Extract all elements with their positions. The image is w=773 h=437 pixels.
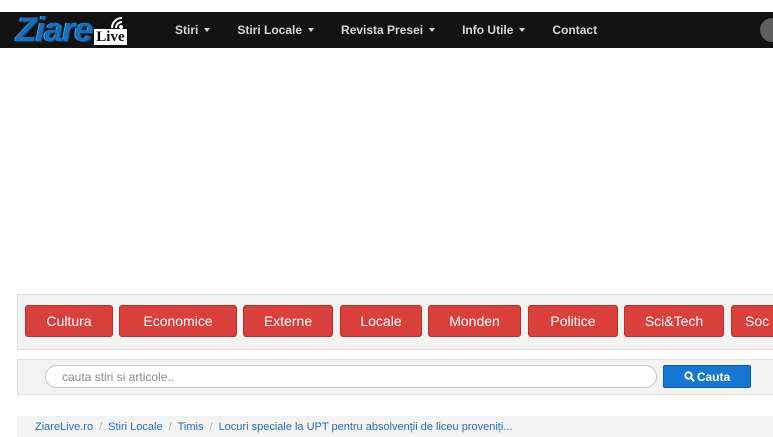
nav-item-info-utile[interactable]: Info Utile [462, 23, 526, 37]
category-button-politice[interactable]: Politice [528, 305, 618, 337]
broadcast-icon [111, 17, 124, 29]
breadcrumb-separator: / [99, 420, 103, 433]
search-button[interactable]: Cauta [663, 365, 751, 388]
category-button-economice[interactable]: Economice [119, 305, 237, 337]
nav-item-revista-presei[interactable]: Revista Presei [341, 23, 436, 37]
nav-item-label: Stiri Locale [237, 23, 303, 37]
breadcrumb-separator: / [209, 420, 213, 433]
nav-item-stiri-locale[interactable]: Stiri Locale [237, 23, 315, 37]
nav-item-label: Stiri [175, 23, 199, 37]
breadcrumb-link-timis[interactable]: Timis [178, 421, 204, 433]
logo-text-primary: Ziare [16, 11, 93, 49]
breadcrumb-link-stiri-locale[interactable]: Stiri Locale [108, 421, 162, 433]
logo-live-badge: Live [94, 14, 132, 46]
top-spacer [0, 0, 773, 12]
caret-down-icon [429, 28, 436, 32]
site-logo[interactable]: Ziare Live [16, 11, 132, 49]
logo-text-secondary: Live [94, 29, 127, 45]
category-button-externe[interactable]: Externe [243, 305, 333, 337]
search-button-label: Cauta [696, 369, 731, 384]
category-button-soc[interactable]: Soc [731, 305, 773, 337]
main-menu: Stiri Stiri Locale Revista Presei Info U… [175, 12, 624, 48]
search-input[interactable] [45, 365, 657, 388]
nav-item-contact[interactable]: Contact [552, 23, 597, 37]
nav-item-label: Contact [552, 23, 598, 37]
breadcrumb-current: Locuri speciale la UPT pentru absolvenți… [218, 420, 513, 433]
nav-item-stiri[interactable]: Stiri [175, 23, 211, 37]
category-button-monden[interactable]: Monden [428, 305, 521, 337]
breadcrumb-separator: / [168, 420, 172, 433]
category-button-scitech[interactable]: Sci&Tech [624, 305, 724, 337]
breadcrumb-link-home[interactable]: ZiareLive.ro [35, 421, 93, 433]
caret-down-icon [519, 28, 526, 32]
category-button-cultura[interactable]: Cultura [25, 305, 113, 337]
caret-down-icon [308, 28, 315, 32]
search-icon [684, 371, 695, 382]
breadcrumb: ZiareLive.ro / Stiri Locale / Timis / Lo… [17, 416, 773, 437]
category-button-locale[interactable]: Locale [340, 305, 422, 337]
nav-item-label: Revista Presei [341, 23, 424, 37]
caret-down-icon [204, 28, 211, 32]
nav-item-label: Info Utile [462, 23, 514, 37]
